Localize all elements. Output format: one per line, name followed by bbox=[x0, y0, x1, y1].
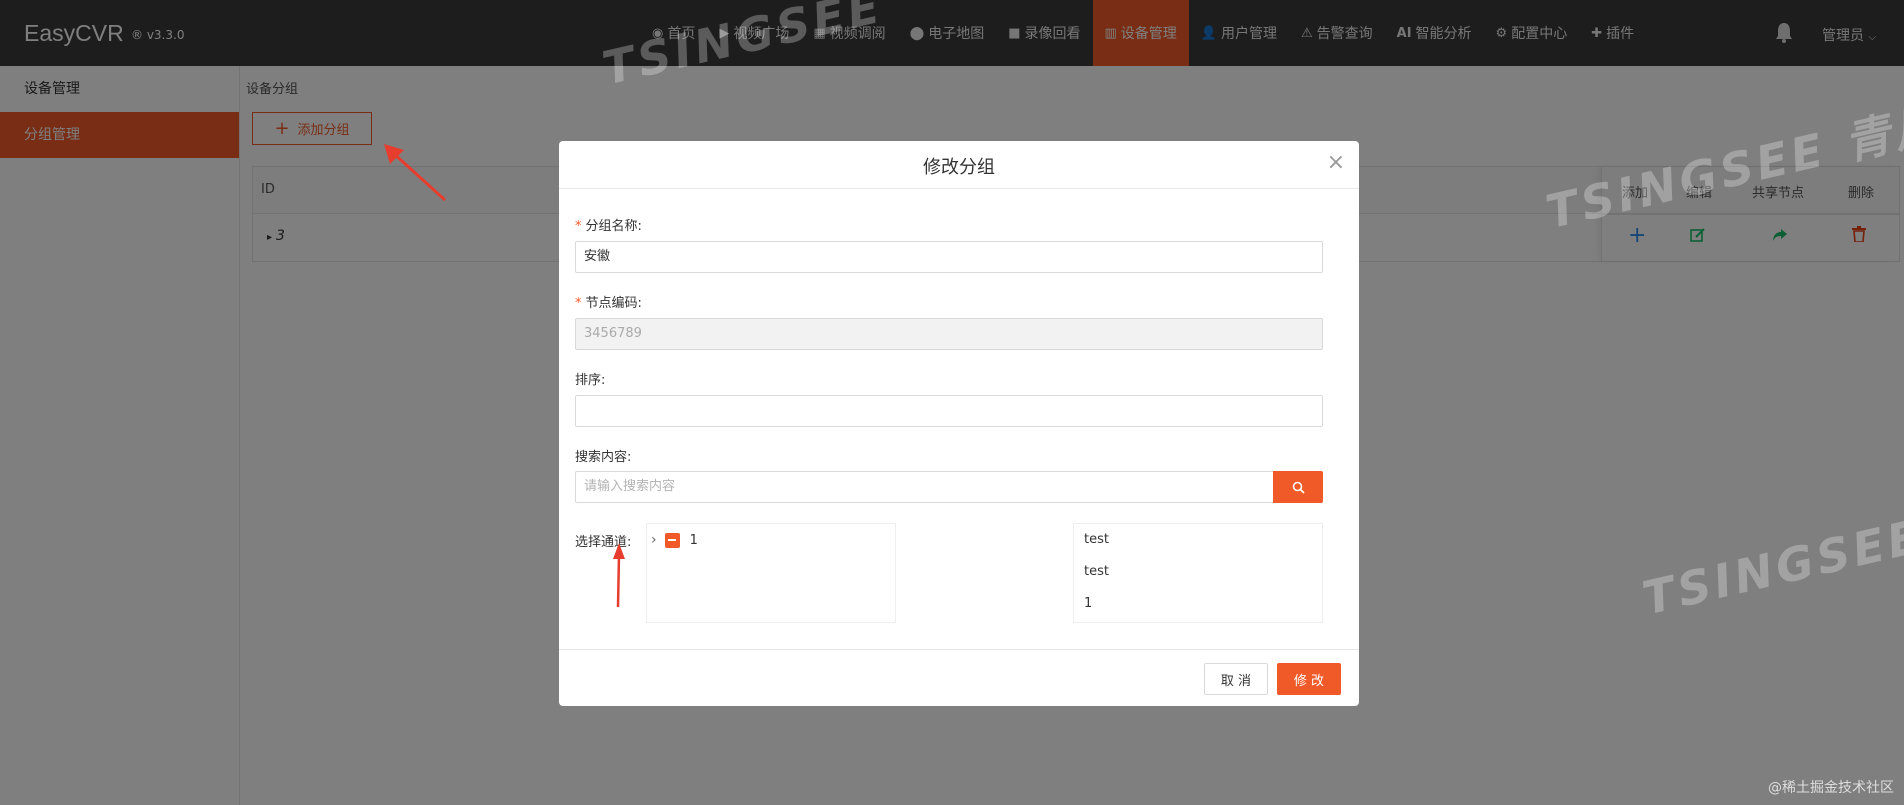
list-item[interactable]: 1 bbox=[1084, 596, 1092, 611]
annotation-arrow bbox=[384, 144, 447, 202]
list-item[interactable]: test bbox=[1084, 564, 1109, 579]
cancel-button[interactable]: 取 消 bbox=[1204, 663, 1268, 695]
sort-input[interactable] bbox=[575, 395, 1323, 427]
search-input[interactable]: 请输入搜索内容 bbox=[575, 471, 1275, 503]
node-code-input: 3456789 bbox=[575, 318, 1323, 350]
list-item[interactable]: test bbox=[1084, 532, 1109, 547]
group-name-label: * 分组名称: bbox=[575, 219, 642, 234]
chevron-right-icon[interactable]: › bbox=[651, 532, 657, 548]
sort-label: 排序: bbox=[575, 373, 606, 388]
annotation-arrow bbox=[613, 543, 625, 608]
confirm-button[interactable]: 修 改 bbox=[1277, 663, 1341, 695]
dialog-footer: 取 消 修 改 bbox=[559, 649, 1359, 706]
node-code-label: * 节点编码: bbox=[575, 296, 642, 311]
search-label: 搜索内容: bbox=[575, 450, 632, 465]
dialog-title: 修改分组 bbox=[923, 157, 995, 178]
search-icon bbox=[1292, 481, 1305, 494]
required-marker: * bbox=[575, 219, 582, 234]
edit-group-dialog: 修改分组 × * 分组名称: 安徽 * 节点编码: 3456789 排序: 搜索内容… bbox=[559, 141, 1359, 706]
checkbox-indeterminate[interactable] bbox=[664, 532, 680, 548]
tree-node[interactable]: › 1 bbox=[651, 532, 698, 548]
selected-channel-list: test test 1 bbox=[1073, 523, 1323, 623]
dialog-header: 修改分组 × bbox=[559, 141, 1359, 189]
group-name-input[interactable]: 安徽 bbox=[575, 241, 1323, 273]
search-button[interactable] bbox=[1273, 471, 1323, 503]
required-marker: * bbox=[575, 296, 582, 311]
channel-tree: › 1 bbox=[646, 523, 896, 623]
corner-watermark: @稀土掘金技术社区 bbox=[1768, 780, 1894, 796]
close-icon[interactable]: × bbox=[1327, 151, 1345, 175]
